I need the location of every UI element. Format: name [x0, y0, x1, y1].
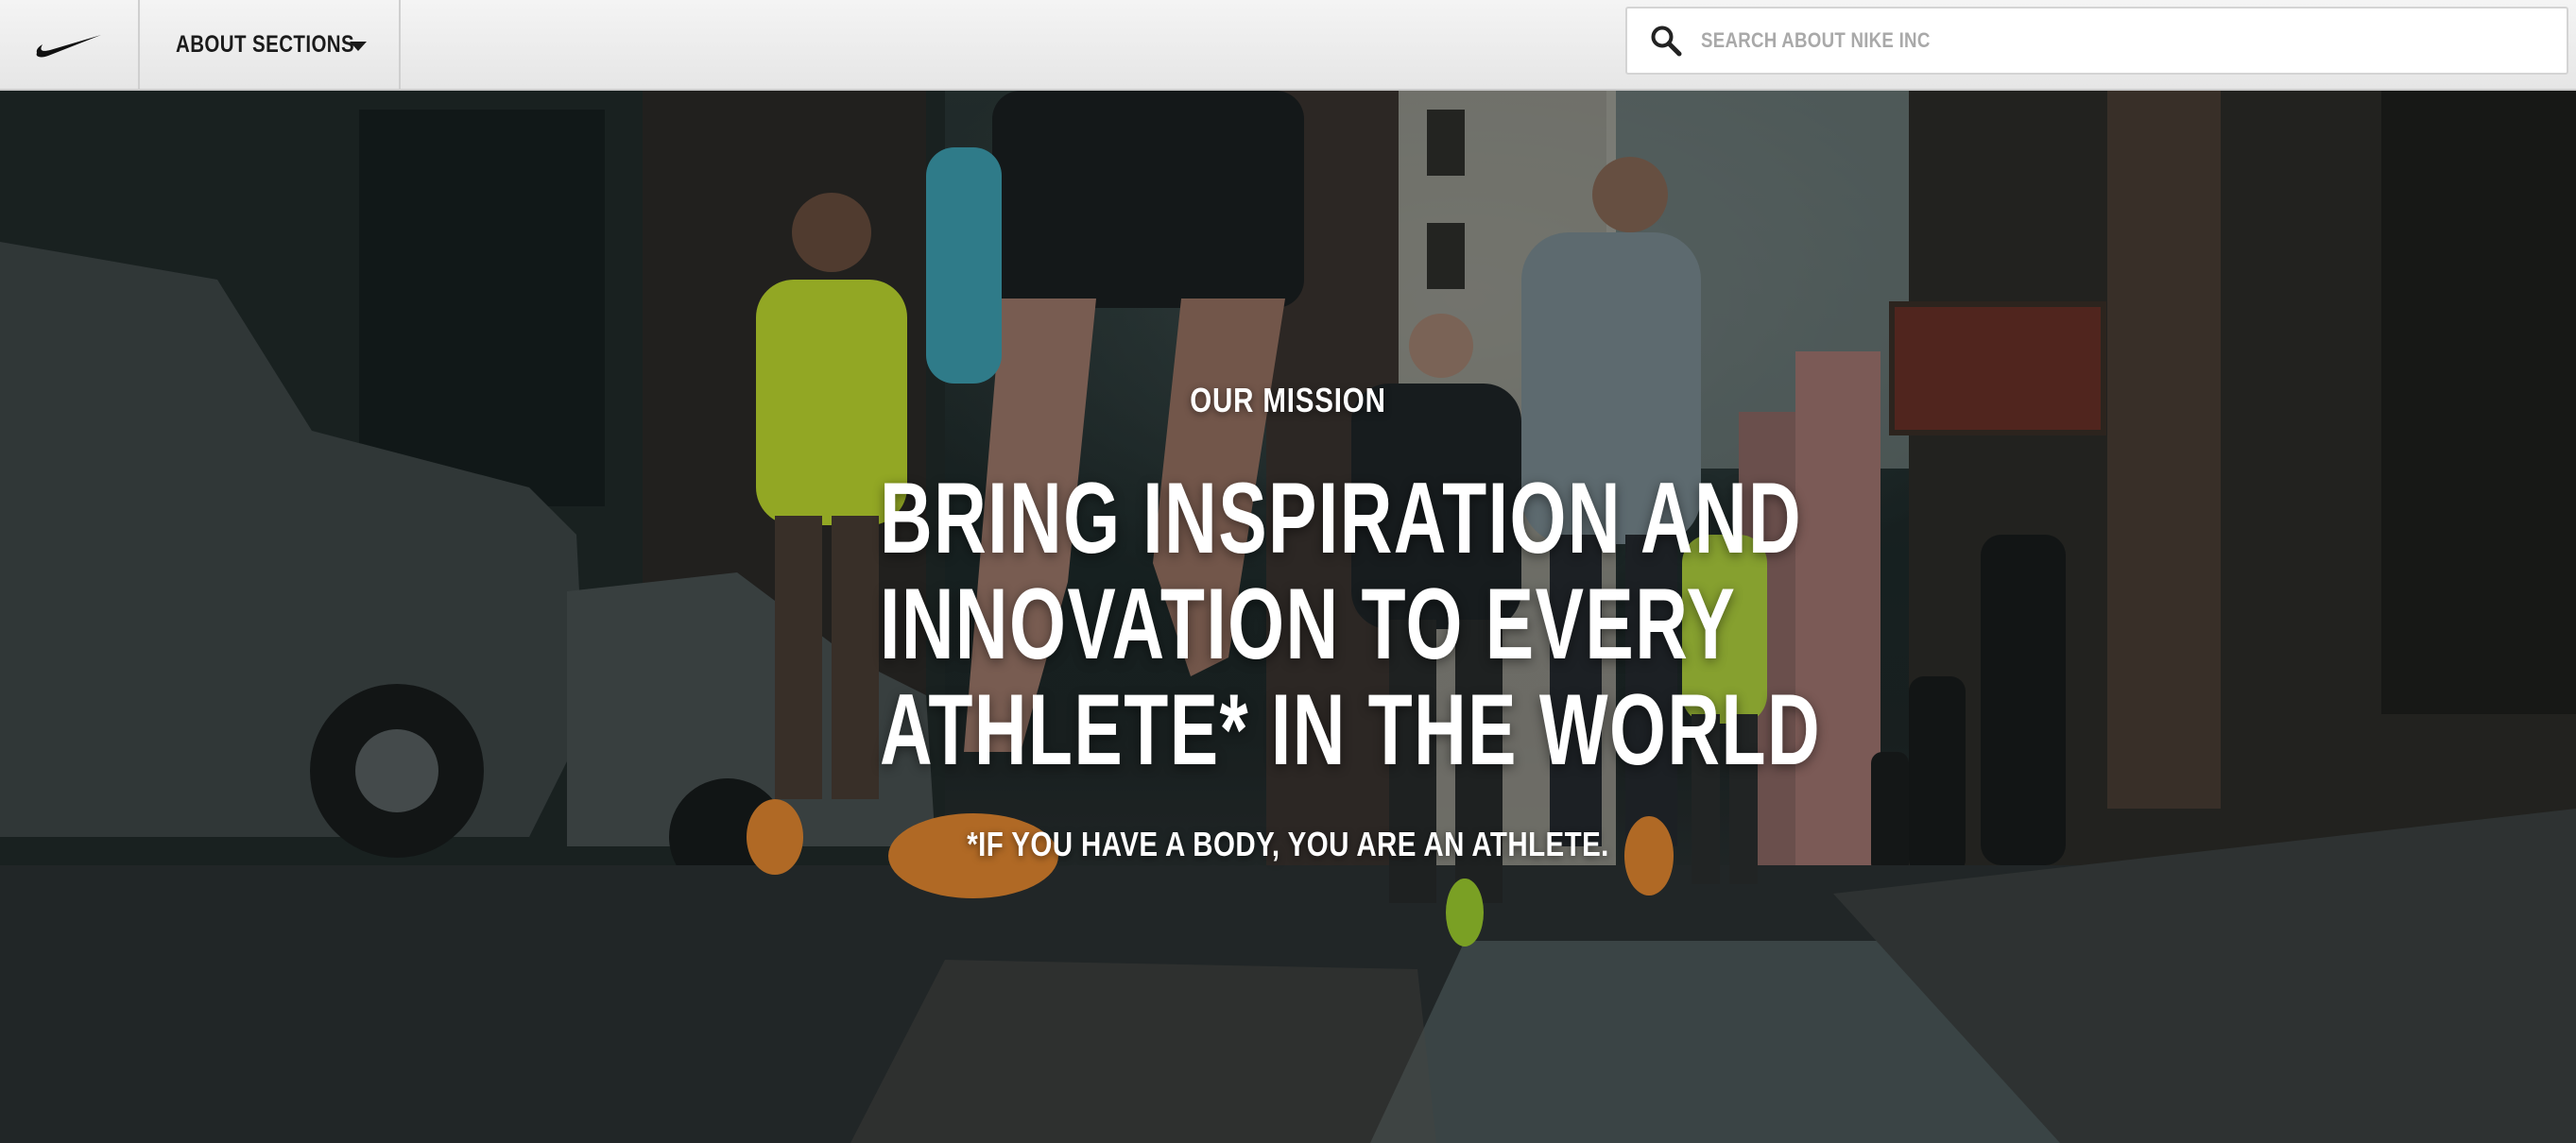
search-box[interactable] [1625, 7, 2568, 75]
search-input[interactable] [1701, 28, 2183, 53]
mission-tagline: *IF YOU HAVE A BODY, YOU ARE AN ATHLETE. [967, 825, 1609, 863]
caret-down-icon [350, 42, 367, 51]
hero-banner: OUR MISSION BRING INSPIRATION AND INNOVA… [0, 91, 2576, 1143]
headline-line-2: INNOVATION TO EVERY [880, 567, 1737, 680]
nike-swoosh-icon [36, 35, 102, 58]
mission-headline: BRING INSPIRATION AND INNOVATION TO EVER… [880, 461, 1822, 786]
about-sections-label: ABOUT SECTIONS [176, 30, 355, 58]
nike-logo-link[interactable] [0, 0, 140, 89]
page: ABOUT SECTIONS SEARCH ABOUT NIKE INC OUR… [0, 0, 2576, 1143]
mission-statement: OUR MISSION BRING INSPIRATION AND INNOVA… [0, 91, 2576, 1143]
top-navigation-bar: ABOUT SECTIONS [0, 0, 2576, 91]
mission-eyebrow: OUR MISSION [1190, 381, 1386, 419]
about-sections-dropdown[interactable]: ABOUT SECTIONS [138, 0, 401, 89]
headline-line-1: BRING INSPIRATION AND [880, 461, 1803, 574]
search-icon [1651, 26, 1682, 57]
headline-line-3: ATHLETE* IN THE WORLD [880, 673, 1822, 786]
